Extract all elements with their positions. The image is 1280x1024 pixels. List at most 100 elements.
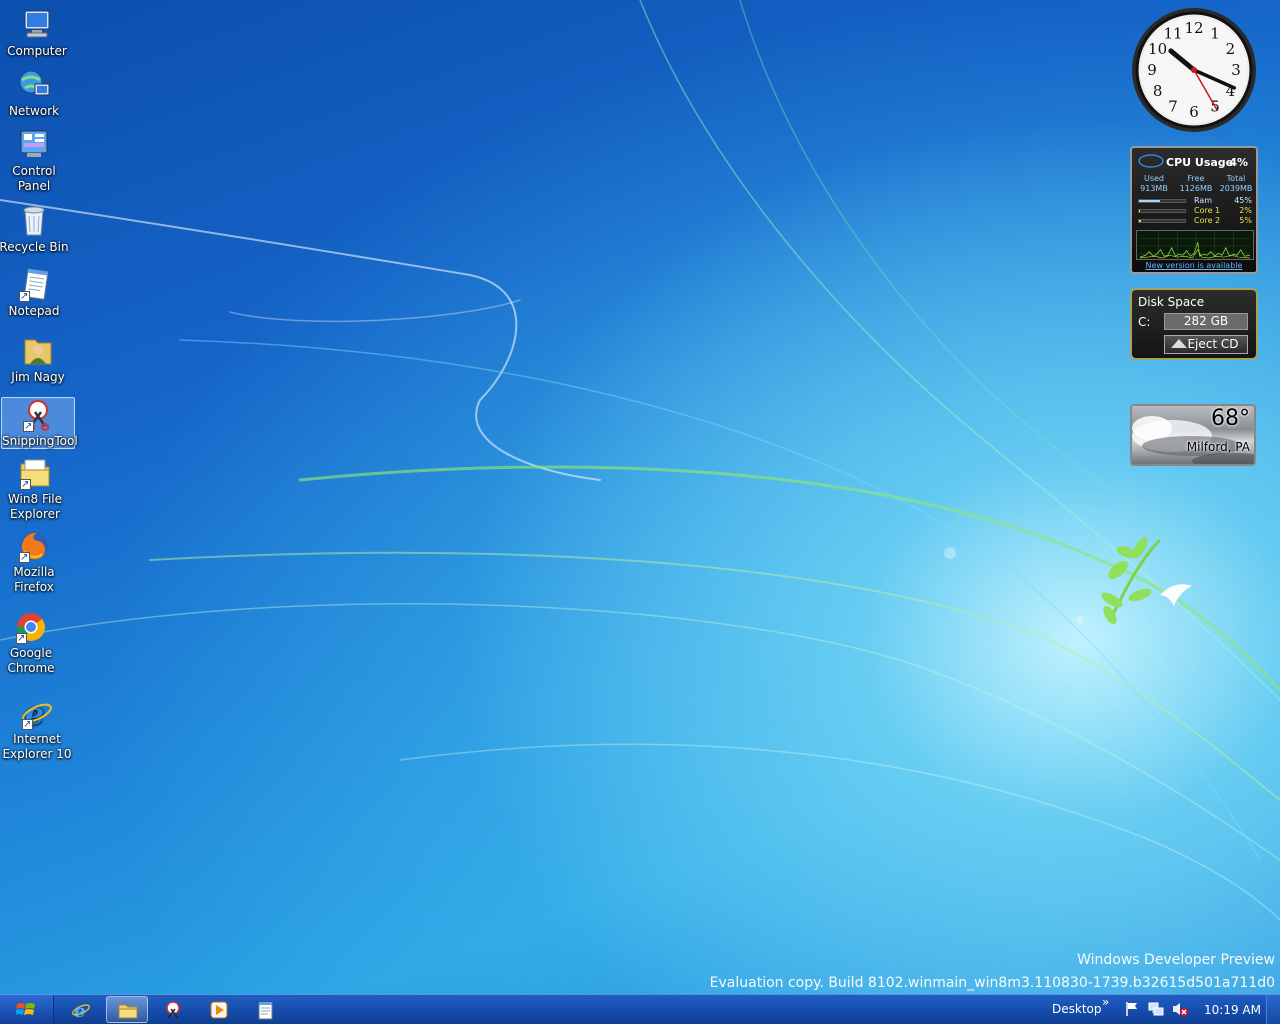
cpu-used-col: Used 913MB <box>1136 174 1172 194</box>
core2-row: Core 2 5% <box>1138 216 1252 226</box>
windows-logo-icon <box>16 1003 35 1015</box>
network-icon <box>17 68 51 102</box>
used-value: 913MB <box>1140 184 1168 193</box>
desktop-icon-google-chrome[interactable]: Google Chrome <box>0 610 68 676</box>
chrome-icon <box>14 610 48 646</box>
ram-row: Ram 45% <box>1138 196 1252 206</box>
taskbar-clock[interactable]: 10:19 AM <box>1204 1003 1261 1017</box>
desktop-icon-recycle-bin[interactable]: Recycle Bin <box>0 204 71 255</box>
desktop-icon-snipping-tool[interactable]: SnippingTool <box>1 397 78 449</box>
core2-value: 5% <box>1239 216 1252 225</box>
snipping-tool-icon <box>166 1001 180 1019</box>
show-desktop-button[interactable] <box>1266 995 1280 1024</box>
desktop-icon-label: Jim Nagy <box>11 370 65 384</box>
desktop-icon-label: Mozilla Firefox <box>13 565 55 594</box>
total-label: Total <box>1226 174 1246 183</box>
internet-explorer-icon: e <box>72 1001 90 1020</box>
computer-icon <box>20 8 54 42</box>
clock-numeral: 7 <box>1168 97 1178 115</box>
desktop-icon-label: Computer <box>7 44 67 58</box>
ram-value: 45% <box>1234 196 1252 205</box>
taskbar-snipping-tool[interactable] <box>152 996 194 1023</box>
clock-gadget[interactable]: 121234567891011 <box>1130 6 1258 134</box>
weather-location: Milford, PA <box>1186 440 1250 454</box>
core1-value: 2% <box>1239 206 1252 215</box>
free-value: 1126MB <box>1179 184 1213 193</box>
taskbar-file-explorer[interactable] <box>106 996 148 1023</box>
cpu-meter-gadget[interactable]: CPU Usage 4% Used 913MB Free 1126MB Tota… <box>1130 146 1258 274</box>
clock-numeral: 3 <box>1231 61 1241 79</box>
desktop-icon-computer[interactable]: Computer <box>0 8 74 59</box>
desktop-icon-label: Google Chrome <box>7 646 55 675</box>
start-button[interactable] <box>0 995 54 1024</box>
desktop-wallpaper <box>0 0 1280 921</box>
desktop-icon-label: Control Panel <box>12 164 56 193</box>
clock-numeral: 6 <box>1189 103 1199 121</box>
eject-icon <box>1171 339 1187 348</box>
new-version-link[interactable]: New version is available <box>1132 261 1256 270</box>
clock-numeral: 10 <box>1148 40 1167 58</box>
cpu-total-col: Total 2039MB <box>1218 174 1254 194</box>
disk-free-bar: 282 GB <box>1164 313 1248 330</box>
disk-space-gadget[interactable]: Disk Space C: 282 GB Eject CD <box>1130 288 1258 360</box>
core1-row: Core 1 2% <box>1138 206 1252 216</box>
core2-label: Core 2 <box>1194 216 1221 225</box>
weather-gadget[interactable]: 68° Milford, PA <box>1130 404 1256 466</box>
desktop-icon-mozilla-firefox[interactable]: Mozilla Firefox <box>0 529 71 595</box>
taskbar-internet-explorer[interactable]: e <box>60 996 102 1023</box>
taskbar-media-player[interactable] <box>198 996 240 1023</box>
cpu-percent: 4% <box>1229 156 1248 169</box>
core1-label: Core 1 <box>1194 206 1221 215</box>
eject-cd-button[interactable]: Eject CD <box>1164 335 1248 354</box>
taskbar: e Desktop » 10:19 AM <box>0 994 1280 1024</box>
weather-temperature: 68° <box>1211 406 1250 431</box>
shortcut-arrow-icon <box>22 717 33 732</box>
ram-bar <box>1138 199 1186 203</box>
desktop-icon-label: SnippingTool <box>2 434 78 448</box>
clock-numeral: 12 <box>1184 19 1203 37</box>
disk-title: Disk Space <box>1138 295 1205 309</box>
shortcut-arrow-icon <box>16 631 27 646</box>
toolbar-chevron-icon[interactable]: » <box>1102 995 1109 1009</box>
desktop-icon-label: Notepad <box>8 304 60 318</box>
shortcut-arrow-icon <box>20 477 31 492</box>
used-label: Used <box>1143 174 1165 183</box>
notepad-icon <box>258 1002 273 1020</box>
intel-logo-icon <box>1138 154 1164 168</box>
total-value: 2039MB <box>1219 184 1253 193</box>
eject-label: Eject CD <box>1187 337 1239 351</box>
desktop-icon-user-folder[interactable]: Jim Nagy <box>1 334 75 385</box>
core1-bar <box>1138 209 1186 213</box>
ram-label: Ram <box>1194 196 1213 205</box>
snipping-tool-icon <box>21 398 55 434</box>
shortcut-arrow-icon <box>23 419 34 434</box>
shortcut-arrow-icon <box>19 289 30 304</box>
desktop-icon-label: Win8 File Explorer <box>7 492 63 521</box>
volume-muted-icon[interactable] <box>1172 1001 1190 1017</box>
user-folder-icon <box>21 334 55 368</box>
taskbar-notepad[interactable] <box>244 996 286 1023</box>
control-panel-icon <box>17 128 51 162</box>
desktop-toolbar-label[interactable]: Desktop <box>1052 1002 1102 1016</box>
firefox-icon <box>17 529 51 565</box>
folder-icon <box>118 1004 138 1019</box>
clock-numeral: 9 <box>1147 61 1157 79</box>
internet-explorer-icon: e <box>20 696 54 732</box>
desktop-icon-control-panel[interactable]: Control Panel <box>0 128 71 194</box>
desktop-icon-network[interactable]: Network <box>0 68 71 119</box>
action-center-flag-icon[interactable] <box>1124 1001 1140 1017</box>
svg-text:e: e <box>74 1001 85 1020</box>
desktop-icon-win8-file-explorer[interactable]: Win8 File Explorer <box>0 456 72 522</box>
clock-numeral: 8 <box>1153 82 1163 100</box>
recycle-bin-icon <box>17 204 51 238</box>
core2-bar <box>1138 219 1186 223</box>
desktop-icon-label: Internet Explorer 10 <box>2 732 72 761</box>
desktop-icon-notepad[interactable]: Notepad <box>0 268 71 319</box>
desktop-icon-internet-explorer[interactable]: e Internet Explorer 10 <box>0 696 74 762</box>
desktop-icon-label: Network <box>8 104 60 118</box>
network-tray-icon[interactable] <box>1148 1001 1164 1017</box>
os-watermark-build: Evaluation copy. Build 8102.winmain_win8… <box>709 975 1275 991</box>
clock-numeral: 2 <box>1226 40 1236 58</box>
clock-numeral: 1 <box>1210 25 1220 43</box>
desktop-icon-label: Recycle Bin <box>0 240 69 254</box>
